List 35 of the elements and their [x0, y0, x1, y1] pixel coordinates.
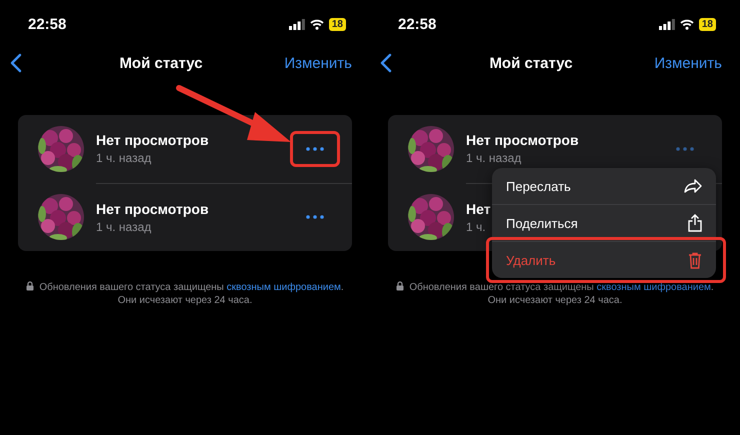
- encryption-note: Обновления вашего статуса защищены сквозным шифрованием. Они исчезают через 24 часа.: [390, 281, 720, 307]
- status-time-ago: 1 ч. назад: [96, 151, 152, 165]
- menu-item[interactable]: Удалить: [492, 241, 716, 278]
- status-time: 22:58: [398, 16, 436, 32]
- status-title: Нет просмотров: [466, 132, 579, 148]
- menu-item[interactable]: Поделиться: [492, 204, 716, 241]
- status-title: Нет просмотров: [96, 200, 209, 216]
- signal-icon: [658, 18, 675, 30]
- battery-level: 18: [328, 18, 346, 30]
- battery-level: 18: [698, 18, 716, 30]
- trash-icon: [688, 252, 702, 268]
- ellipsis-icon: [676, 146, 694, 150]
- ellipsis-icon: [306, 215, 324, 219]
- ellipsis-icon: [306, 146, 324, 150]
- screen-title: Мой статус: [488, 54, 574, 72]
- signal-icon: [288, 18, 305, 30]
- encryption-link[interactable]: сквозным шифрованием: [226, 282, 341, 293]
- forward-arrow-icon: [684, 179, 702, 193]
- encryption-link[interactable]: сквозным шифрованием: [596, 282, 711, 293]
- status-title: Нет: [466, 200, 491, 216]
- status-time-ago: 1 ч.: [466, 220, 486, 234]
- screen-title: Мой статус: [118, 54, 204, 72]
- edit-link[interactable]: Изменить: [252, 54, 352, 72]
- wifi-icon: [680, 18, 694, 30]
- lock-icon: [26, 281, 34, 291]
- wifi-icon: [310, 18, 324, 30]
- share-icon: [688, 214, 702, 232]
- encryption-note: Обновления вашего статуса защищены сквозным шифрованием. Они исчезают через 24 часа.: [20, 281, 350, 307]
- status-time-ago: 1 ч. назад: [96, 220, 152, 234]
- lock-icon: [396, 281, 404, 291]
- edit-link[interactable]: Изменить: [622, 54, 722, 72]
- status-time-ago: 1 ч. назад: [466, 151, 522, 165]
- menu-item[interactable]: Переслать: [492, 168, 716, 204]
- status-title: Нет просмотров: [96, 132, 209, 148]
- status-time: 22:58: [28, 16, 66, 32]
